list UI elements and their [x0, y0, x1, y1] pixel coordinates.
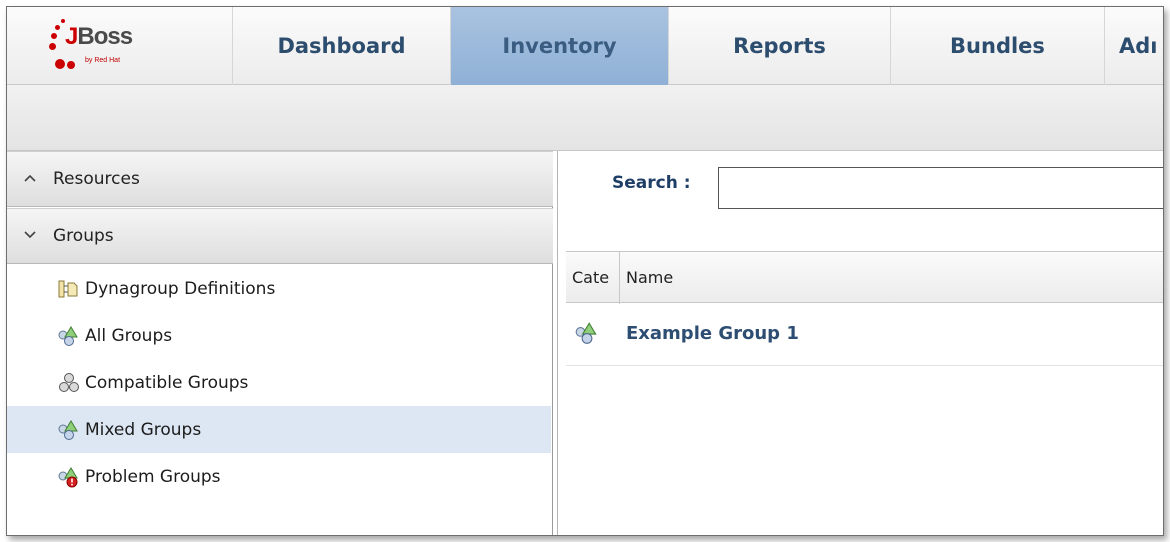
logo-subtitle: by Red Hat [85, 57, 121, 64]
tree-item-mixed-groups[interactable]: Mixed Groups [7, 406, 551, 453]
tree-item-label: Mixed Groups [85, 419, 202, 440]
mixed-group-icon [57, 419, 81, 441]
jboss-logo[interactable]: JBoss by Red Hat [7, 7, 233, 85]
top-nav: JBoss by Red Hat Dashboard Inventory Rep… [7, 7, 1163, 85]
problem-group-icon [57, 466, 81, 488]
tree-item-dynagroup-definitions[interactable]: Dynagroup Definitions [7, 265, 551, 312]
tab-reports[interactable]: Reports [669, 7, 891, 85]
mixed-group-icon [574, 321, 600, 345]
app-window: JBoss by Red Hat Dashboard Inventory Rep… [6, 6, 1164, 536]
groups-tree: Dynagroup Definitions All Groups Compati… [7, 265, 551, 500]
tab-bundles[interactable]: Bundles [891, 7, 1105, 85]
tree-item-problem-groups[interactable]: Problem Groups [7, 453, 551, 500]
section-resources-label: Resources [53, 169, 140, 189]
chevron-down-icon [7, 228, 53, 244]
tree-item-label: Dynagroup Definitions [85, 278, 276, 299]
logo-wordmark: JBoss [65, 23, 133, 50]
tree-item-all-groups[interactable]: All Groups [7, 312, 551, 359]
dynagroup-icon [57, 278, 81, 300]
tab-inventory[interactable]: Inventory [451, 7, 669, 85]
compatible-group-icon [57, 372, 81, 394]
tree-item-label: Compatible Groups [85, 372, 249, 393]
main-content: Search : Cate Name Example Group 1 [557, 151, 1163, 535]
search-label: Search : [612, 173, 691, 193]
tree-item-label: All Groups [85, 325, 173, 346]
tab-administration[interactable]: Adı [1105, 7, 1163, 85]
column-header-category[interactable]: Cate [566, 252, 620, 304]
search-input[interactable] [718, 167, 1163, 209]
tree-item-compatible-groups[interactable]: Compatible Groups [7, 359, 551, 406]
column-header-name[interactable]: Name [626, 252, 673, 304]
table-header: Cate Name [566, 251, 1163, 304]
tab-dashboard[interactable]: Dashboard [233, 7, 451, 85]
left-nav-panel: Resources Groups Dynagroup Definitions A… [7, 151, 553, 535]
toolbar-strip [7, 85, 1163, 151]
tree-item-label: Problem Groups [85, 466, 221, 487]
chevron-up-icon [7, 171, 53, 187]
group-name-link[interactable]: Example Group 1 [626, 323, 799, 344]
section-resources[interactable]: Resources [7, 151, 553, 207]
search-bar: Search : [558, 151, 1163, 243]
section-groups-label: Groups [53, 226, 114, 246]
group-icon [57, 325, 81, 347]
table-row[interactable]: Example Group 1 [566, 303, 1163, 366]
section-groups[interactable]: Groups [7, 208, 553, 264]
